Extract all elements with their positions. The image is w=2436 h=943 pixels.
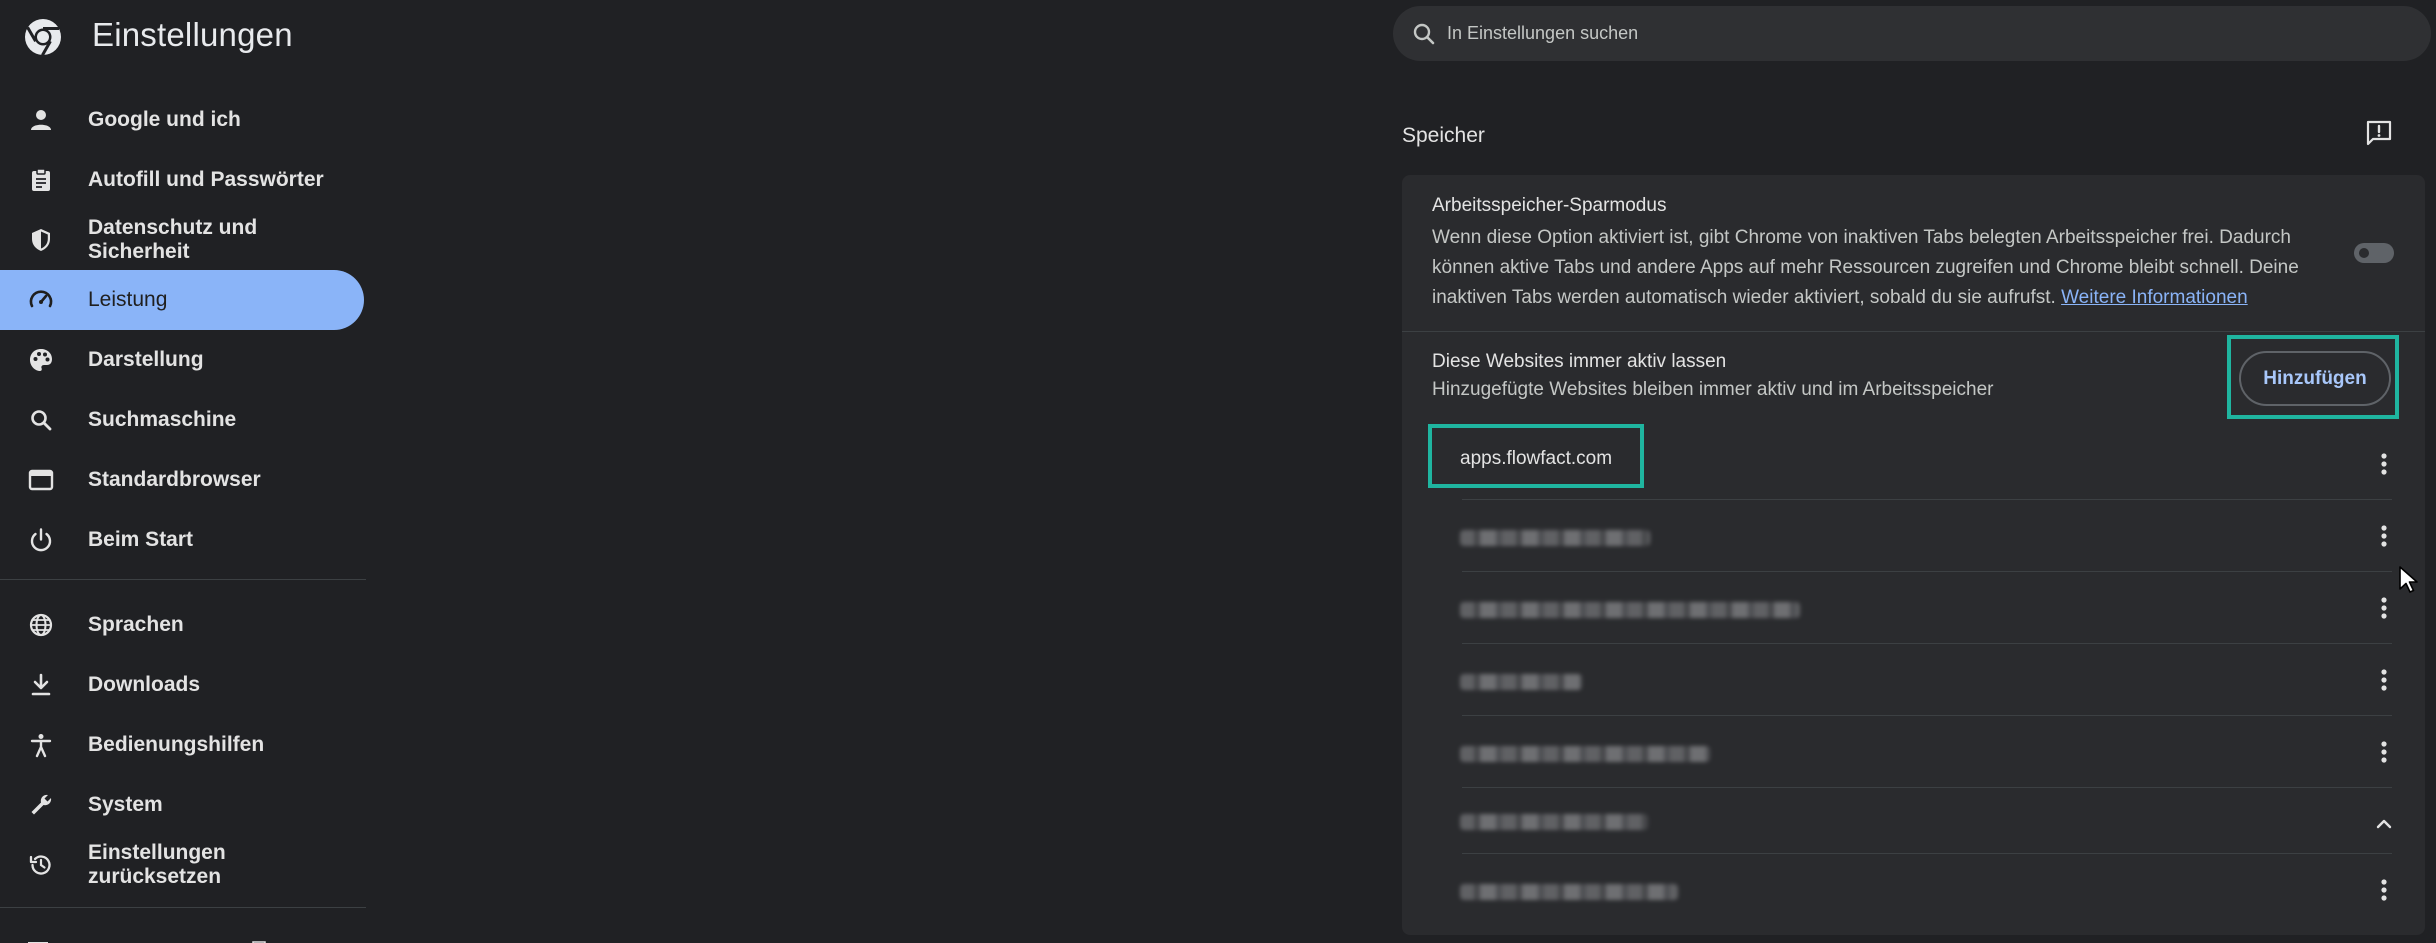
blurred-site-name: [1460, 530, 1650, 546]
memory-saver-row: Arbeitsspeicher-Sparmodus Wenn diese Opt…: [1432, 195, 2312, 313]
more-actions-icon[interactable]: [2372, 522, 2396, 550]
browser-window-icon: [28, 467, 54, 493]
site-row: [1432, 854, 2392, 926]
power-icon: [28, 527, 54, 553]
sidebar-item-downloads[interactable]: Downloads: [0, 655, 364, 715]
sidebar-item-label: Bedienungshilfen: [88, 733, 265, 756]
sidebar-item-label: Datenschutz und Sicherheit: [88, 216, 258, 263]
feedback-icon[interactable]: [2364, 118, 2394, 148]
memory-card: Arbeitsspeicher-Sparmodus Wenn diese Opt…: [1402, 175, 2425, 935]
blurred-site-name: [1460, 884, 1678, 900]
search-input[interactable]: [1447, 23, 2347, 44]
site-row: [1432, 500, 2392, 572]
search-bar[interactable]: [1393, 6, 2431, 61]
accessibility-icon: [28, 732, 54, 758]
more-actions-icon[interactable]: [2372, 594, 2396, 622]
sidebar-item-autofill[interactable]: Autofill und Passwörter: [0, 150, 364, 210]
learn-more-link[interactable]: Weitere Informationen: [2061, 287, 2248, 308]
sidebar-divider: [0, 579, 366, 580]
history-icon: [28, 852, 54, 878]
always-active-title: Diese Websites immer aktiv lassen: [1432, 351, 1727, 372]
sidebar-item-beim-start[interactable]: Beim Start: [0, 510, 364, 570]
sidebar-item-einstellungen-zuruecksetzen[interactable]: Einstellungen zurücksetzen: [0, 835, 364, 895]
more-actions-icon[interactable]: [2372, 876, 2396, 904]
section-title: Speicher: [1402, 124, 1485, 147]
person-icon: [28, 107, 54, 133]
toggle-knob: [2359, 248, 2369, 258]
more-actions-icon[interactable]: [2372, 450, 2396, 478]
site-row: apps.flowfact.com: [1428, 424, 2392, 500]
add-site-button[interactable]: Hinzufügen: [2239, 351, 2391, 406]
memory-saver-toggle[interactable]: [2354, 243, 2394, 263]
sidebar-item-datenschutz[interactable]: Datenschutz und Sicherheit: [0, 210, 364, 270]
speedometer-icon: [28, 287, 54, 313]
download-icon: [28, 672, 54, 698]
site-row: [1432, 644, 2392, 716]
blurred-site-name: [1460, 602, 1800, 618]
sidebar-item-label: Leistung: [88, 288, 168, 311]
sidebar-item-label: Autofill und Passwörter: [88, 168, 324, 191]
sidebar-item-label: Downloads: [88, 673, 201, 696]
blurred-site-name: [1460, 814, 1648, 830]
site-row: [1432, 788, 2392, 854]
card-divider: [1402, 331, 2425, 332]
sidebar-item-label: Einstellungen zurücksetzen: [88, 841, 226, 888]
palette-icon: [28, 347, 54, 373]
page-title: Einstellungen: [92, 16, 293, 53]
sidebar-item-system[interactable]: System: [0, 775, 364, 835]
memory-saver-description: Wenn diese Option aktiviert ist, gibt Ch…: [1432, 227, 2299, 308]
sidebar-item-label: System: [88, 793, 163, 816]
always-active-row: Diese Websites immer aktiv lassen Hinzug…: [1432, 351, 2232, 405]
sidebar-item-google-und-ich[interactable]: Google und ich: [0, 90, 364, 150]
blurred-site-name: [1460, 674, 1582, 690]
blurred-site-name: [1460, 746, 1710, 762]
site-row: [1432, 716, 2392, 788]
shield-icon: [28, 227, 54, 253]
always-active-description: Hinzugefügte Websites bleiben immer akti…: [1432, 379, 1994, 400]
sidebar-item-label: Sprachen: [88, 613, 184, 636]
site-name: apps.flowfact.com: [1460, 448, 1613, 469]
sidebar-item-bedienungshilfen[interactable]: Bedienungshilfen: [0, 715, 364, 775]
mouse-cursor-icon: [2398, 565, 2420, 595]
chrome-logo-icon: [23, 17, 63, 57]
clipboard-icon: [28, 167, 54, 193]
sidebar-divider: [0, 907, 366, 908]
globe-icon: [28, 612, 54, 638]
sidebar-item-label: Beim Start: [88, 528, 194, 551]
wrench-icon: [28, 792, 54, 818]
search-icon: [28, 407, 54, 433]
memory-saver-title: Arbeitsspeicher-Sparmodus: [1432, 195, 1667, 216]
site-row: [1432, 572, 2392, 644]
sidebar-item-partial: [28, 935, 268, 943]
more-actions-icon[interactable]: [2372, 666, 2396, 694]
sidebar-item-label: Google und ich: [88, 108, 241, 131]
sidebar-item-label: Darstellung: [88, 348, 204, 371]
sidebar-item-standardbrowser[interactable]: Standardbrowser: [0, 450, 364, 510]
chevron-up-icon[interactable]: [2372, 812, 2396, 836]
sidebar-item-darstellung[interactable]: Darstellung: [0, 330, 364, 390]
more-actions-icon[interactable]: [2372, 738, 2396, 766]
sidebar-item-leistung[interactable]: Leistung: [0, 270, 364, 330]
sidebar-item-label: Suchmaschine: [88, 408, 237, 431]
sidebar-item-label: Standardbrowser: [88, 468, 261, 491]
search-icon: [1411, 21, 1437, 47]
sidebar-item-suchmaschine[interactable]: Suchmaschine: [0, 390, 364, 450]
sidebar-item-sprachen[interactable]: Sprachen: [0, 595, 364, 655]
